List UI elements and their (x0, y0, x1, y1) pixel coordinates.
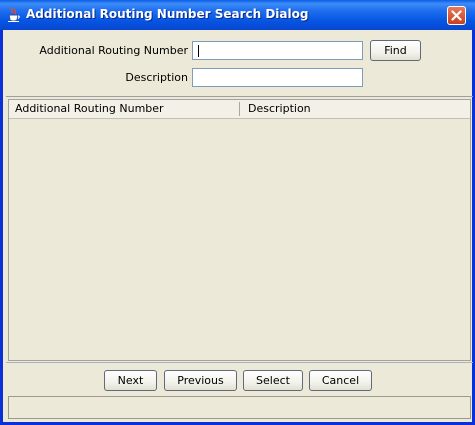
window-title: Additional Routing Number Search Dialog (26, 7, 309, 21)
column-header-routing-number[interactable]: Additional Routing Number (9, 100, 239, 118)
navigation-bar: Next Previous Select Cancel (6, 362, 473, 395)
cancel-button[interactable]: Cancel (309, 370, 372, 391)
title-bar[interactable]: Additional Routing Number Search Dialog (0, 0, 475, 30)
find-button[interactable]: Find (370, 40, 421, 61)
java-coffee-cup-icon (7, 7, 21, 23)
close-icon (451, 10, 462, 21)
next-button[interactable]: Next (104, 370, 157, 391)
search-dialog-window: Additional Routing Number Search Dialog … (0, 0, 475, 425)
text-caret (198, 45, 199, 57)
table-header: Additional Routing Number Description (9, 100, 470, 119)
select-button[interactable]: Select (243, 370, 303, 391)
search-panel: Additional Routing Number Find Descripti… (6, 30, 473, 97)
table-body[interactable] (9, 119, 470, 360)
column-divider[interactable] (239, 102, 240, 116)
close-button[interactable] (447, 6, 466, 25)
description-input[interactable] (192, 68, 363, 87)
routing-number-input[interactable] (192, 41, 363, 60)
previous-button[interactable]: Previous (164, 370, 237, 391)
status-bar (8, 396, 471, 419)
description-label: Description (125, 71, 188, 84)
routing-number-label: Additional Routing Number (39, 44, 188, 57)
column-header-description[interactable]: Description (242, 100, 470, 118)
results-table[interactable]: Additional Routing Number Description (8, 99, 471, 361)
